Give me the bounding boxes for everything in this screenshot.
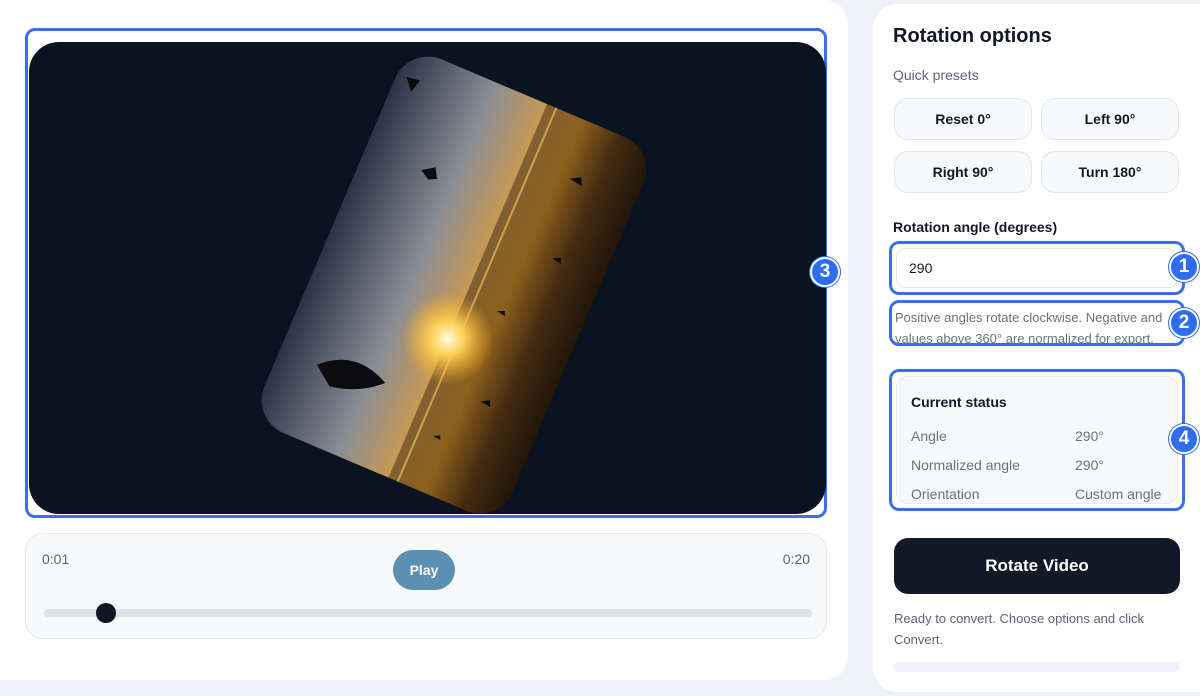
annotation-badge-2: 2 (1169, 308, 1199, 338)
hint-highlight: Positive angles rotate clockwise. Negati… (889, 300, 1185, 346)
preset-right-button[interactable]: Right 90° (894, 151, 1032, 193)
preset-reset-button[interactable]: Reset 0° (894, 98, 1032, 140)
player-controls: 0:01 Play 0:20 (25, 533, 827, 639)
status-card: Current status Angle 290° Normalized ang… (896, 376, 1178, 504)
status-title: Current status (911, 394, 1007, 410)
video-card: 3 0:01 Play 0:20 (0, 0, 848, 680)
angle-input-highlight (889, 241, 1185, 295)
rotation-options-panel: Rotation options Quick presets Reset 0° … (873, 4, 1200, 692)
annotation-badge-1: 1 (1169, 252, 1199, 282)
status-row-normalized: Normalized angle 290° (911, 457, 1171, 473)
preset-turn-button[interactable]: Turn 180° (1041, 151, 1179, 193)
presets-label: Quick presets (893, 67, 979, 83)
status-row-angle: Angle 290° (911, 428, 1171, 444)
status-value: 290° (1075, 428, 1104, 444)
status-label: Normalized angle (911, 457, 1020, 473)
current-time: 0:01 (42, 551, 70, 567)
status-label: Angle (911, 428, 947, 444)
seek-bar[interactable] (44, 603, 812, 623)
rotate-video-button[interactable]: Rotate Video (894, 538, 1180, 594)
video-preview-highlight (25, 28, 827, 518)
angle-input[interactable] (896, 248, 1178, 288)
status-label: Orientation (911, 486, 980, 502)
panel-title: Rotation options (893, 25, 1052, 47)
video-preview[interactable] (29, 42, 826, 514)
angle-hint: Positive angles rotate clockwise. Negati… (895, 310, 1163, 346)
status-highlight: Current status Angle 290° Normalized ang… (889, 369, 1185, 511)
preset-left-button[interactable]: Left 90° (1041, 98, 1179, 140)
conversion-progress-bar (894, 662, 1180, 672)
annotation-badge-4: 4 (1169, 424, 1199, 454)
seek-handle[interactable] (96, 603, 116, 623)
status-row-orientation: Orientation Custom angle (911, 486, 1171, 502)
annotation-badge-3: 3 (810, 257, 840, 287)
total-time: 0:20 (782, 551, 810, 567)
ready-status-text: Ready to convert. Choose options and cli… (894, 611, 1145, 647)
play-button[interactable]: Play (393, 550, 455, 590)
status-value: 290° (1075, 457, 1104, 473)
sunset-video-image (250, 45, 658, 514)
rotated-video-frame (250, 45, 658, 514)
status-value: Custom angle (1075, 486, 1162, 502)
angle-label: Rotation angle (degrees) (893, 219, 1058, 235)
